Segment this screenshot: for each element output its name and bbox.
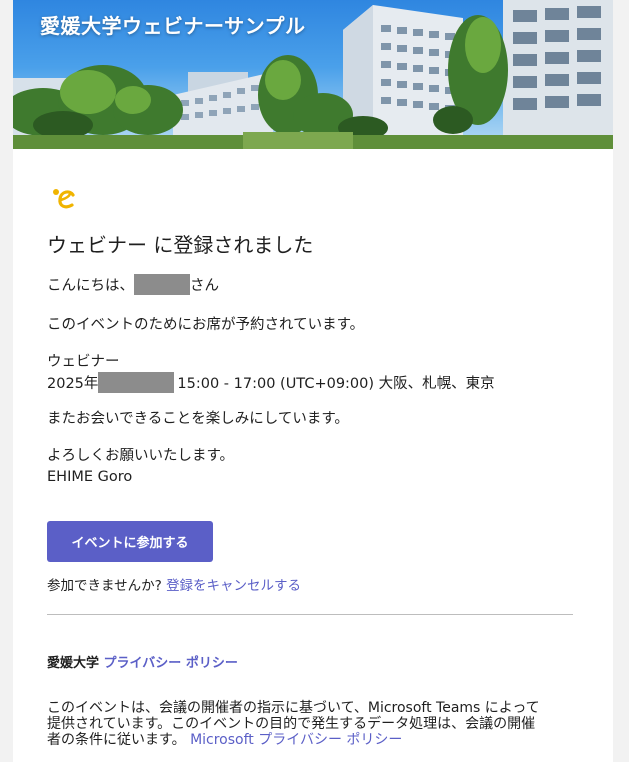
cancel-registration-link[interactable]: 登録をキャンセルする	[166, 578, 301, 594]
greeting-suffix: さん	[190, 278, 219, 294]
see-you-text: またお会いできることを楽しみにしています。	[47, 411, 349, 427]
banner-title: 愛媛大学ウェビナーサンプル	[40, 14, 306, 38]
signature: EHIME Goro	[47, 469, 133, 485]
cancel-question: 参加できませんか?	[47, 578, 162, 594]
page-title: ウェビナー に登録されました	[47, 233, 314, 257]
footer-disclaimer: このイベントは、会議の開催者の指示に基づいて、Microsoft Teams に…	[47, 700, 547, 748]
redacted-name	[134, 274, 190, 295]
closing-text: よろしくお願いいたします。	[47, 448, 235, 464]
event-type: ウェビナー	[47, 354, 120, 370]
email-card: 愛媛大学ウェビナーサンプル ウェビナー に登録されました こんにちは、 さん この…	[13, 0, 613, 762]
event-time: 15:00 - 17:00 (UTC+09:00) 大阪、札幌、東京	[177, 376, 495, 392]
greeting-prefix: こんにちは、	[47, 278, 134, 294]
join-event-button[interactable]: イベントに参加する	[47, 521, 213, 562]
teams-webinar-logo-icon	[53, 189, 75, 209]
greeting: こんにちは、 さん	[47, 274, 219, 296]
divider	[47, 614, 573, 615]
cancel-line: 参加できませんか? 登録をキャンセルする	[47, 576, 301, 596]
event-year: 2025年	[47, 376, 99, 392]
footer-org: 愛媛大学	[47, 656, 100, 671]
header-banner: 愛媛大学ウェビナーサンプル	[13, 0, 613, 149]
org-privacy-policy-link[interactable]: プライバシー ポリシー	[104, 656, 238, 671]
event-datetime: 2025年 15:00 - 17:00 (UTC+09:00) 大阪、札幌、東京	[47, 372, 495, 394]
reservation-text: このイベントのためにお席が予約されています。	[47, 317, 365, 333]
footer-org-line: 愛媛大学 プライバシー ポリシー	[47, 652, 238, 671]
redacted-date	[98, 372, 175, 393]
microsoft-privacy-policy-link[interactable]: Microsoft プライバシー ポリシー	[190, 732, 402, 748]
